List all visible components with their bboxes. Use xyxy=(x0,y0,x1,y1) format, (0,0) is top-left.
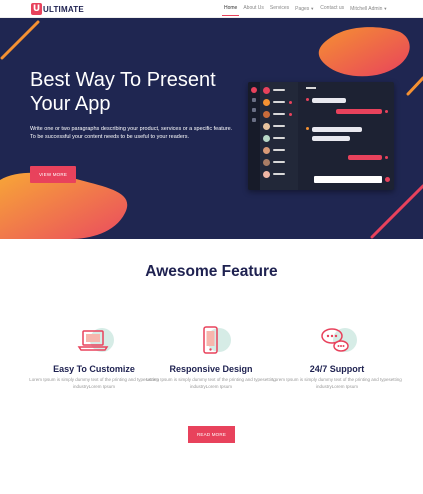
app-screenshot xyxy=(248,82,394,190)
app-chat-bubble xyxy=(348,155,382,160)
app-contact xyxy=(263,87,295,95)
laptop-icon xyxy=(74,325,114,355)
app-rail-icon xyxy=(252,98,256,102)
app-contact xyxy=(263,123,295,131)
nav-pages-label: Pages xyxy=(295,6,310,12)
features-title: Awesome Feature xyxy=(145,263,278,280)
app-chat-bubble xyxy=(336,109,382,114)
view-more-button[interactable]: VIEW MORE xyxy=(30,166,76,183)
app-rail xyxy=(248,82,260,190)
main-nav: Home About Us Services Pages▼ Contact us… xyxy=(221,0,393,18)
user-name: Mitchell Admin xyxy=(350,6,383,12)
navbar: U ULTIMATE Home About Us Services Pages▼… xyxy=(0,0,423,18)
app-contact xyxy=(263,99,295,107)
app-rail-icon xyxy=(252,118,256,122)
nav-services[interactable]: Services xyxy=(270,0,289,18)
app-chat-dot xyxy=(306,98,309,101)
mobile-icon xyxy=(191,325,231,355)
app-rail-icon xyxy=(252,108,256,112)
feature-name: 24/7 Support xyxy=(309,364,365,374)
app-chat-dot xyxy=(385,156,388,159)
app-contact xyxy=(263,171,295,179)
read-more-button[interactable]: READ MORE xyxy=(188,426,235,443)
feature-text: Lorem Ipsum is simply dummy text of the … xyxy=(29,377,159,389)
logo-mark-icon: U xyxy=(31,3,42,15)
app-chat-bubble xyxy=(312,136,350,141)
chat-support-icon xyxy=(317,325,357,355)
app-chat-bubble xyxy=(312,127,362,132)
app-contact-list xyxy=(260,82,298,190)
app-contact xyxy=(263,135,295,143)
nav-pages[interactable]: Pages▼ xyxy=(295,0,314,18)
app-chat-header xyxy=(306,87,316,89)
hero-section: Best Way To Present Your App Write one o… xyxy=(0,18,423,239)
nav-about-us[interactable]: About Us xyxy=(243,0,264,18)
chevron-down-icon: ▼ xyxy=(310,6,315,11)
hero-description: Write one or two paragraphs describing y… xyxy=(30,125,235,141)
feature-card-support: 24/7 Support Lorem Ipsum is simply dummy… xyxy=(272,325,402,390)
app-chat-dot xyxy=(385,110,388,113)
feature-name: Easy To Customize xyxy=(53,364,135,374)
feature-card-responsive: Responsive Design Lorem Ipsum is simply … xyxy=(146,325,276,390)
chevron-down-icon: ▼ xyxy=(383,6,388,11)
feature-name: Responsive Design xyxy=(169,364,253,374)
nav-contact-us[interactable]: Contact us xyxy=(320,0,344,18)
app-chat-dot xyxy=(306,127,309,130)
brand-logo[interactable]: U ULTIMATE xyxy=(31,3,84,15)
brand-name: ULTIMATE xyxy=(43,4,84,14)
hero-title: Best Way To Present Your App xyxy=(30,69,216,115)
app-rail-icon xyxy=(251,87,257,93)
app-chat-bubble xyxy=(312,98,346,103)
app-contact xyxy=(263,111,295,119)
app-contact xyxy=(263,147,295,155)
feature-text: Lorem Ipsum is simply dummy text of the … xyxy=(146,377,276,389)
feature-text: Lorem Ipsum is simply dummy text of the … xyxy=(272,377,402,389)
nav-home[interactable]: Home xyxy=(221,0,240,18)
hero-desc-line-2: To be successful your content needs to b… xyxy=(30,134,189,140)
app-contact xyxy=(263,159,295,167)
hero-desc-line-1: Write one or two paragraphs describing y… xyxy=(30,126,233,132)
app-send-icon xyxy=(385,177,390,182)
nav-user-menu[interactable]: Mitchell Admin▼ xyxy=(350,0,387,18)
feature-card-customize: Easy To Customize Lorem Ipsum is simply … xyxy=(29,325,159,390)
app-message-input xyxy=(314,176,382,183)
